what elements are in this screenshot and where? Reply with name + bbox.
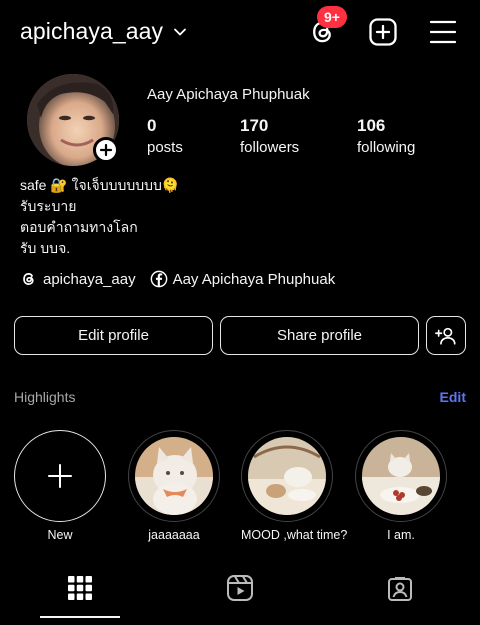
posts-label: posts (147, 139, 183, 156)
menu-icon[interactable] (427, 16, 459, 48)
plus-icon (99, 143, 113, 157)
edit-profile-button[interactable]: Edit profile (14, 316, 213, 355)
highlight-label: MOOD ,what time? (241, 528, 348, 542)
profile-links: apichaya_aay Aay Apichaya Phuphuak (20, 270, 349, 288)
highlight-item[interactable]: I am. (355, 430, 447, 542)
username-label: apichaya_aay (20, 18, 164, 44)
highlight-item[interactable]: jaaaaaaa (128, 430, 220, 542)
top-bar: apichaya_aay 9+ (0, 0, 480, 64)
notification-badge: 9+ (317, 6, 347, 28)
add-square-icon[interactable] (367, 16, 399, 48)
highlight-label: New (47, 528, 73, 542)
highlight-item[interactable]: MOOD ,what time? (241, 430, 348, 542)
highlight-cover (135, 437, 213, 515)
threads-handle: apichaya_aay (43, 270, 136, 288)
bio-line: รับระบาย (20, 198, 77, 214)
following-stat[interactable]: 106 following (357, 116, 415, 156)
highlight-cover (362, 437, 440, 515)
followers-count: 170 (240, 116, 269, 135)
highlight-label: I am. (387, 528, 415, 542)
facebook-icon (150, 270, 167, 288)
discover-people-button[interactable] (426, 316, 466, 355)
full-name: Aay Apichaya Phuphuak (147, 86, 310, 103)
facebook-link[interactable]: Aay Apichaya Phuphuak (150, 270, 336, 288)
highlight-ring (355, 430, 447, 522)
facebook-name: Aay Apichaya Phuphuak (172, 270, 336, 288)
highlight-cover (248, 437, 326, 515)
active-tab-indicator (40, 616, 120, 618)
grid-icon[interactable] (66, 574, 94, 602)
share-profile-button[interactable]: Share profile (220, 316, 419, 355)
add-story-button[interactable] (93, 137, 119, 163)
bio: safe 🔐 ใจเจ็บบบบบบบ🫠 รับระบาย ตอบคำถามทา… (20, 175, 179, 259)
tagged-icon[interactable] (386, 574, 414, 602)
followers-stat[interactable]: 170 followers (240, 116, 299, 156)
account-switcher[interactable]: apichaya_aay (20, 18, 187, 45)
profile-avatar[interactable] (27, 74, 119, 166)
posts-stat[interactable]: 0 posts (147, 116, 183, 156)
highlight-label: jaaaaaaa (148, 528, 200, 542)
following-label: following (357, 139, 416, 156)
threads-icon (23, 273, 34, 285)
threads-link[interactable]: apichaya_aay (20, 270, 136, 288)
highlight-new[interactable]: New (14, 430, 106, 542)
following-count: 106 (357, 116, 386, 135)
bio-line: safe 🔐 ใจเจ็บบบบบบบ🫠 (20, 177, 180, 193)
new-highlight-ring (14, 430, 106, 522)
highlight-ring (241, 430, 333, 522)
highlights-edit-link[interactable]: Edit (440, 389, 466, 405)
highlight-ring (128, 430, 220, 522)
posts-count: 0 (147, 116, 157, 135)
chevron-down-icon (174, 28, 187, 35)
followers-label: followers (240, 139, 300, 156)
bio-line: รับ บบจ. (20, 240, 71, 256)
plus-icon (48, 464, 72, 488)
highlights-title: Highlights (14, 389, 76, 405)
reels-icon[interactable] (226, 574, 254, 602)
add-person-icon (435, 327, 456, 345)
bio-line: ตอบคำถามทางโลก (20, 219, 138, 235)
